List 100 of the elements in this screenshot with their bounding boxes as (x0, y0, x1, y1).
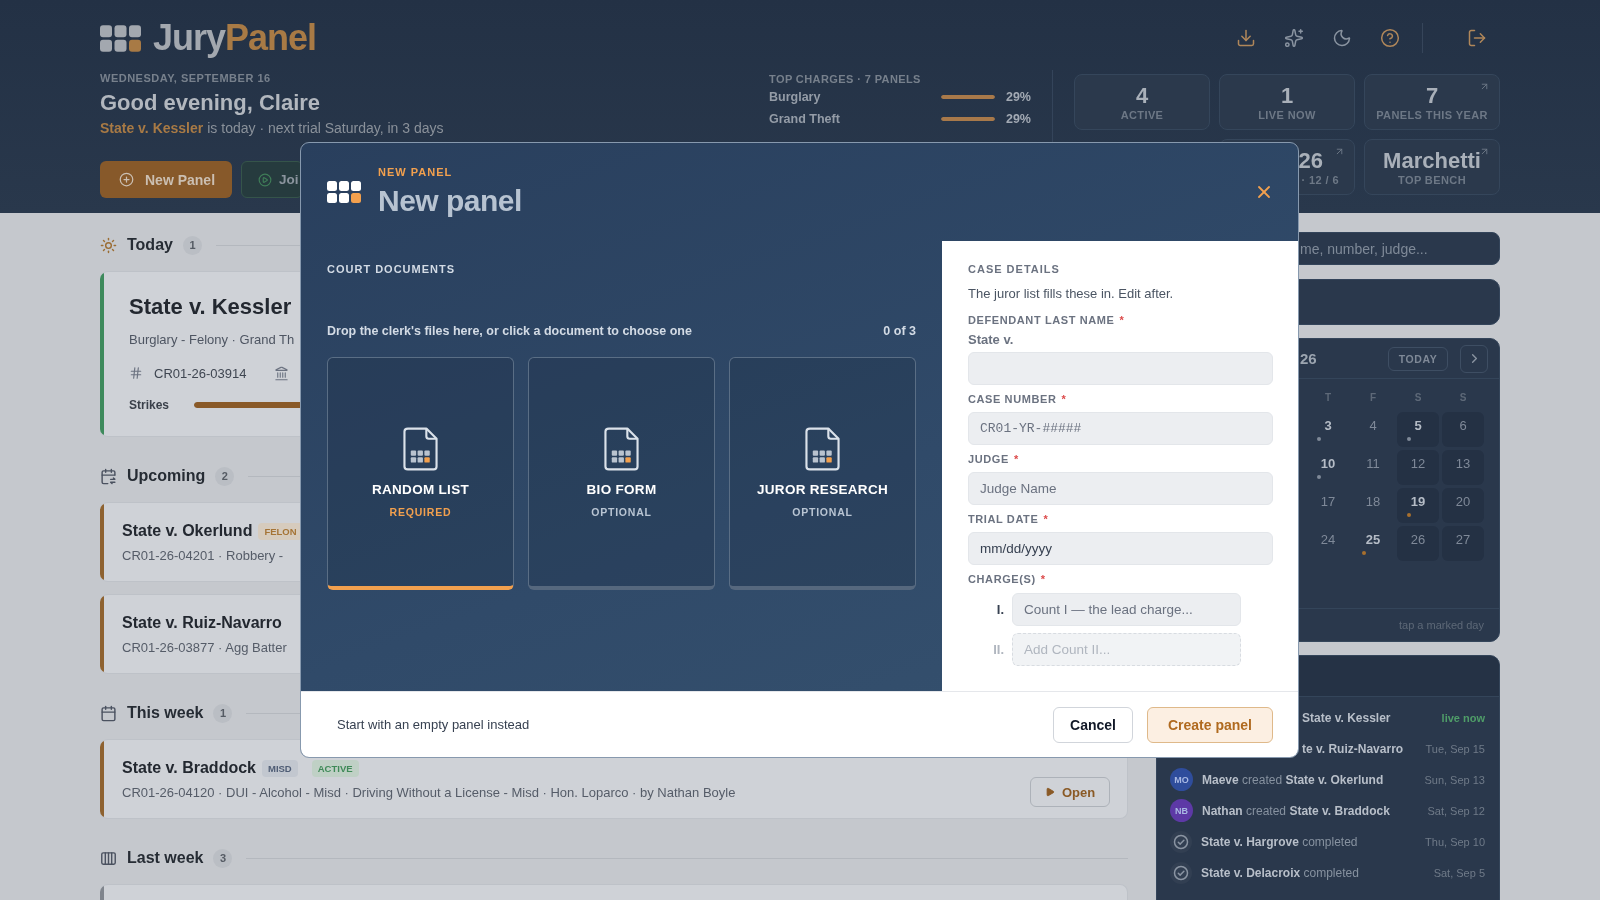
summary-text: is today · next trial Saturday, in 3 days (207, 119, 444, 138)
text-field[interactable]: Judge Name (968, 472, 1273, 505)
case-meta: CR01-26-04201 · Robbery - (122, 547, 284, 565)
drop-hint: Drop the clerk's files here, or click a document to choose one (327, 323, 692, 339)
calendar-day[interactable]: 26 (1397, 526, 1439, 561)
charge-field[interactable]: Add Count II... (1012, 633, 1241, 666)
case-tag: ACTIVE (311, 759, 359, 777)
case-meta: CR01-26-04120 · DUI - Alcohol - Misd · Driving Without a License - Misd · Hon. Loparco · by Nathan Boyle (122, 784, 736, 802)
field-label: TRIAL DATE (968, 512, 1039, 526)
check-circle-icon (1170, 830, 1192, 853)
sparkles-icon[interactable] (1284, 28, 1304, 48)
section-title: COURT DOCUMENTS (327, 262, 456, 276)
dialog-eyebrow: NEW PANEL (378, 165, 453, 179)
section-title: Last week (127, 849, 204, 867)
section-title: Upcoming (127, 467, 206, 485)
logout-icon[interactable] (1467, 28, 1487, 48)
document-tag: OPTIONAL (591, 505, 652, 519)
case-link[interactable]: State v. Kessler (100, 118, 204, 138)
activity-date: Thu, Sep 10 (1425, 835, 1485, 848)
calendar-day[interactable]: 12 (1397, 450, 1439, 485)
stat-value: 4 (1135, 84, 1149, 108)
required-mark: * (1043, 512, 1049, 526)
app-logo-text: JuryPanel (153, 20, 317, 56)
document-name: RANDOM LIST (371, 482, 469, 498)
section-title: Today (127, 236, 173, 254)
document-icon (403, 427, 438, 471)
columns-icon (100, 849, 117, 867)
charge-percent: 29% (1004, 112, 1031, 126)
check-circle-icon (1170, 861, 1192, 884)
grid-logo-icon (327, 181, 361, 203)
charge-percent: 29% (1004, 90, 1031, 104)
calendar-day[interactable]: 17 (1307, 488, 1349, 523)
cancel-button[interactable]: Cancel (1053, 706, 1133, 743)
play-circle-icon (258, 172, 273, 187)
charge-field[interactable]: Count I — the lead charge... (1012, 593, 1241, 626)
document-card[interactable]: JUROR RESEARCH OPTIONAL (729, 357, 916, 590)
calendar-day[interactable]: 19 (1397, 488, 1439, 523)
new-panel-button[interactable]: New Panel (100, 161, 233, 198)
document-tag: REQUIRED (389, 505, 452, 519)
document-name: BIO FORM (586, 482, 657, 498)
field-prefix: State v. (968, 332, 1014, 348)
calendar-day[interactable]: 27 (1442, 526, 1484, 561)
field-label: CHARGE(S) (968, 572, 1036, 586)
document-count: 0 of 3 (883, 323, 916, 339)
document-tag: OPTIONAL (792, 505, 853, 519)
stat-card[interactable]: Marchetti TOP BENCH (1364, 139, 1500, 195)
open-button[interactable]: Open (1030, 777, 1110, 807)
plus-circle-icon (119, 172, 134, 187)
stat-card[interactable]: 7 PANELS THIS YEAR (1364, 74, 1500, 130)
help-icon[interactable] (1380, 28, 1400, 48)
count-badge: 2 (215, 466, 235, 486)
calendar-day[interactable]: 10 (1307, 450, 1349, 485)
dialog-title: New panel (378, 183, 522, 219)
date-field[interactable]: mm/dd/yyyy (968, 532, 1273, 565)
document-card[interactable]: RANDOM LIST REQUIRED (327, 357, 514, 590)
stat-label: LIVE NOW (1258, 108, 1316, 122)
count-badge: 1 (213, 703, 233, 723)
section-title: This week (127, 704, 204, 722)
activity-text: State v. Delacroix completed (1201, 865, 1360, 880)
user-avatar: NB (1170, 799, 1193, 822)
calendar-day[interactable]: 6 (1442, 412, 1484, 447)
calendar-day[interactable]: 25 (1352, 526, 1394, 561)
calendar-day[interactable]: 3 (1307, 412, 1349, 447)
calendar-icon (100, 704, 117, 722)
calendar-day[interactable]: 13 (1442, 450, 1484, 485)
required-mark: * (1061, 392, 1067, 406)
create-panel-button[interactable]: Create panel (1147, 706, 1273, 743)
document-icon (604, 427, 639, 471)
moon-icon[interactable] (1332, 28, 1352, 48)
calendar-day[interactable]: 11 (1352, 450, 1394, 485)
text-field[interactable]: CR01-YR-##### (968, 412, 1273, 445)
activity-text: State v. Hargrove completed (1201, 834, 1359, 849)
calendar-arrows-icon (100, 467, 117, 485)
case-tag: FELON (258, 522, 303, 540)
calendar-day[interactable]: 18 (1352, 488, 1394, 523)
activity-text: te v. Ruiz-Navarro (1302, 741, 1405, 756)
grid-logo-icon (100, 24, 141, 52)
document-card[interactable]: BIO FORM OPTIONAL (528, 357, 715, 590)
field-label: CASE NUMBER (968, 392, 1057, 406)
activity-date: Tue, Sep 15 (1425, 742, 1485, 755)
calendar-day[interactable]: 20 (1442, 488, 1484, 523)
stat-value: 26 (1298, 149, 1323, 173)
activity-date: Sat, Sep 12 (1427, 804, 1485, 817)
empty-panel-link[interactable]: Start with an empty panel instead (337, 717, 530, 732)
activity-text: Nathan created State v. Braddock (1202, 803, 1391, 818)
stat-value: 1 (1280, 84, 1294, 108)
required-mark: * (1040, 572, 1046, 586)
download-icon[interactable] (1236, 28, 1256, 48)
calendar-day[interactable]: 4 (1352, 412, 1394, 447)
case-tag: MISD (261, 759, 298, 777)
calendar-day[interactable]: 5 (1397, 412, 1439, 447)
case-title: State v. Kessler (129, 293, 292, 321)
required-mark: * (1119, 313, 1125, 327)
activity-date: live now (1441, 711, 1485, 724)
stat-value: 7 (1425, 84, 1439, 108)
today-button[interactable]: TODAY (1388, 346, 1448, 371)
text-field[interactable] (968, 352, 1273, 385)
calendar-day[interactable]: 24 (1307, 526, 1349, 561)
calendar-title: 26 (1300, 350, 1317, 367)
date-label: WEDNESDAY, SEPTEMBER 16 (100, 71, 271, 85)
